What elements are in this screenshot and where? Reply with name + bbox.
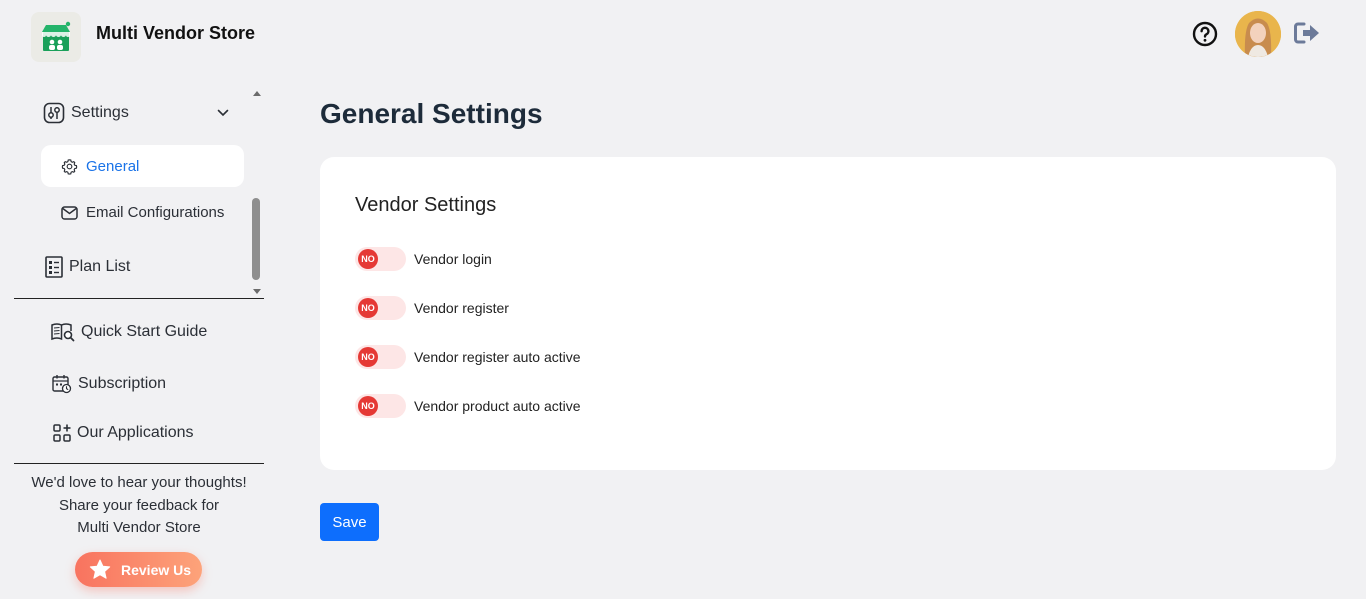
sliders-icon xyxy=(43,102,65,124)
divider xyxy=(14,463,264,464)
scroll-up-arrow-icon[interactable] xyxy=(253,91,261,96)
vendor-settings-card: Vendor Settings NO Vendor login NO Vendo… xyxy=(320,157,1336,470)
calendar-clock-icon xyxy=(52,375,72,394)
toggle-row-vendor-login: NO Vendor login xyxy=(355,247,492,271)
toggle-label: Vendor login xyxy=(414,251,492,267)
sidebar-item-settings[interactable]: Settings xyxy=(43,102,243,124)
sidebar-item-email-configurations[interactable]: Email Configurations xyxy=(61,204,224,221)
sidebar-item-quick-start-guide[interactable]: Quick Start Guide xyxy=(51,322,207,342)
app-title: Multi Vendor Store xyxy=(96,23,256,43)
avatar[interactable] xyxy=(1235,11,1281,57)
toggle-knob: NO xyxy=(358,347,378,367)
page-title: General Settings xyxy=(320,98,543,129)
sidebar-item-label: Plan List xyxy=(69,258,131,275)
toggle-knob: NO xyxy=(358,298,378,318)
card-title: Vendor Settings xyxy=(355,194,497,216)
gear-icon xyxy=(61,158,78,175)
feedback-line: Multi Vendor Store xyxy=(77,519,201,536)
vendor-product-auto-active-toggle[interactable]: NO xyxy=(355,394,406,418)
toggle-row-vendor-product-auto-active: NO Vendor product auto active xyxy=(355,394,581,418)
toggle-label: Vendor product auto active xyxy=(414,398,581,414)
mail-icon xyxy=(61,205,78,220)
sidebar-item-label: Quick Start Guide xyxy=(81,323,208,340)
sidebar-item-label: Our Applications xyxy=(77,424,194,441)
sidebar-scrollbar[interactable] xyxy=(250,88,264,298)
toggle-row-vendor-register: NO Vendor register xyxy=(355,296,509,320)
sidebar-item-our-applications[interactable]: Our Applications xyxy=(53,424,194,442)
list-icon xyxy=(45,256,63,278)
store-logo[interactable] xyxy=(31,12,81,62)
apps-icon xyxy=(53,424,71,442)
toggle-knob: NO xyxy=(358,396,378,416)
sidebar-item-subscription[interactable]: Subscription xyxy=(52,374,166,394)
toggle-knob: NO xyxy=(358,249,378,269)
sidebar-nav: Settings General Email Configurations Pl… xyxy=(14,88,264,298)
toggle-label: Vendor register auto active xyxy=(414,349,581,365)
sidebar-item-label: Email Configurations xyxy=(86,204,225,221)
scroll-thumb[interactable] xyxy=(252,198,260,280)
star-icon xyxy=(89,559,111,579)
vendor-register-toggle[interactable]: NO xyxy=(355,296,406,320)
toggle-label: Vendor register xyxy=(414,300,509,316)
store-logo-icon xyxy=(42,21,71,51)
divider xyxy=(14,298,264,299)
vendor-login-toggle[interactable]: NO xyxy=(355,247,406,271)
sidebar-item-label: Settings xyxy=(71,104,129,121)
review-us-label: Review Us xyxy=(121,561,192,578)
logout-icon[interactable] xyxy=(1293,21,1321,45)
book-search-icon xyxy=(51,323,75,342)
help-icon[interactable] xyxy=(1192,21,1218,47)
save-button[interactable]: Save xyxy=(320,503,379,541)
sidebar-item-label: General xyxy=(86,157,140,175)
sidebar-item-plan-list[interactable]: Plan List xyxy=(45,256,130,278)
user-photo xyxy=(1235,11,1281,57)
feedback-text: We'd love to hear your thoughts! Share y… xyxy=(14,472,264,540)
sidebar-item-general[interactable]: General xyxy=(41,145,244,187)
toggle-row-vendor-register-auto-active: NO Vendor register auto active xyxy=(355,345,581,369)
review-us-button[interactable]: Review Us xyxy=(75,552,202,587)
feedback-line: We'd love to hear your thoughts! xyxy=(31,474,247,491)
chevron-down-icon xyxy=(217,109,229,117)
sidebar-item-label: Subscription xyxy=(78,375,167,392)
vendor-register-auto-active-toggle[interactable]: NO xyxy=(355,345,406,369)
scroll-down-arrow-icon[interactable] xyxy=(253,289,261,294)
feedback-line: Share your feedback for xyxy=(58,496,220,514)
